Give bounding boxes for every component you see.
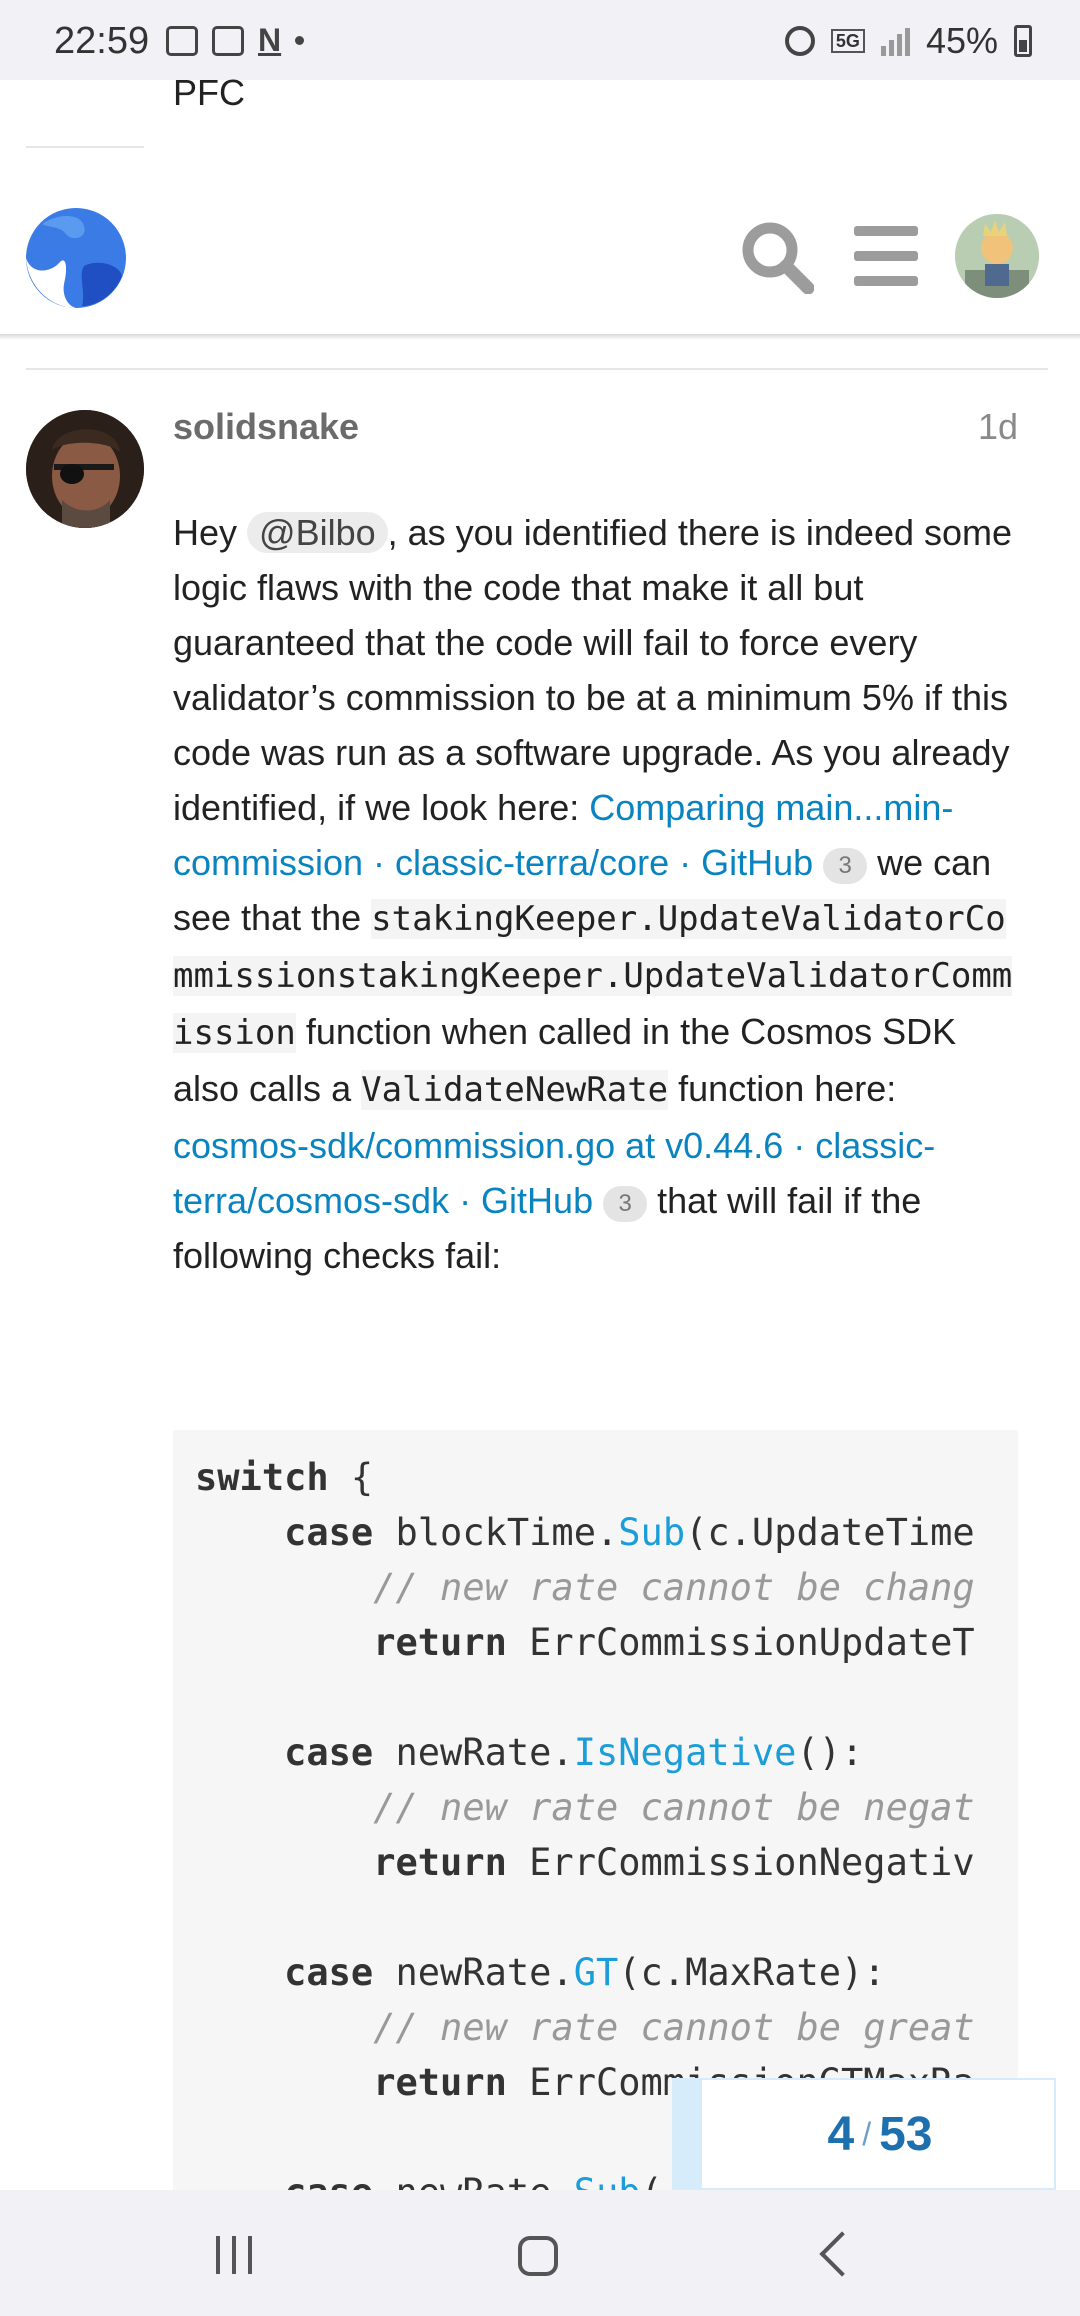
search-icon[interactable]	[738, 218, 815, 295]
post-text: function here:	[668, 1068, 897, 1109]
hamburger-menu-icon[interactable]	[854, 226, 918, 286]
n-icon: N	[258, 22, 282, 58]
progress-fill	[672, 2078, 702, 2190]
5g-icon: 5G	[830, 29, 865, 53]
progress-current: 4	[827, 2107, 855, 2161]
user-avatar[interactable]	[955, 214, 1039, 298]
post-paragraph: Hey @Bilbo, as you identified there is i…	[173, 505, 1013, 1283]
header-shadow	[0, 334, 1080, 340]
previous-topic-title[interactable]: PFC	[173, 72, 245, 114]
status-time: 22:59	[54, 20, 150, 62]
inline-code: ValidateNewRate	[361, 1070, 669, 1110]
progress-total: 53	[879, 2107, 933, 2161]
post-username[interactable]: solidsnake	[173, 406, 359, 448]
home-icon[interactable]	[518, 2236, 558, 2276]
voicemail-icon	[212, 25, 244, 56]
topic-progress-label[interactable]: 4/53	[704, 2078, 1056, 2190]
progress-separator: /	[862, 2115, 872, 2152]
post-date[interactable]: 1d	[978, 406, 1018, 448]
site-logo-icon[interactable]	[22, 206, 130, 310]
image-icon	[166, 25, 198, 56]
signal-icon	[880, 26, 910, 56]
mention-link[interactable]: @Bilbo	[247, 512, 388, 553]
battery-percent: 45%	[925, 20, 998, 61]
dot-icon	[295, 36, 305, 45]
battery-icon	[1014, 25, 1032, 57]
code-block[interactable]: switch { case blockTime.Sub(c.UpdateTime…	[173, 1430, 1018, 2190]
post-body: Hey @Bilbo, as you identified there is i…	[173, 505, 1013, 1283]
status-bar: 22:59 N 5G 45%	[0, 0, 1080, 80]
notification-icons: N	[166, 22, 305, 59]
post-divider	[26, 368, 1048, 370]
link-click-count: 3	[823, 848, 868, 884]
post-text: , as you identified there is indeed some…	[173, 512, 1013, 828]
post-text: Hey	[173, 512, 248, 553]
alarm-icon	[784, 26, 815, 56]
poster-avatar[interactable]	[26, 410, 144, 528]
system-icons: 5G 45%	[784, 20, 1032, 62]
code-content: switch { case blockTime.Sub(c.UpdateTime…	[195, 1456, 975, 2190]
link-click-count: 3	[603, 1186, 648, 1222]
recent-apps-icon[interactable]	[216, 2236, 252, 2274]
separator-line	[26, 146, 144, 148]
